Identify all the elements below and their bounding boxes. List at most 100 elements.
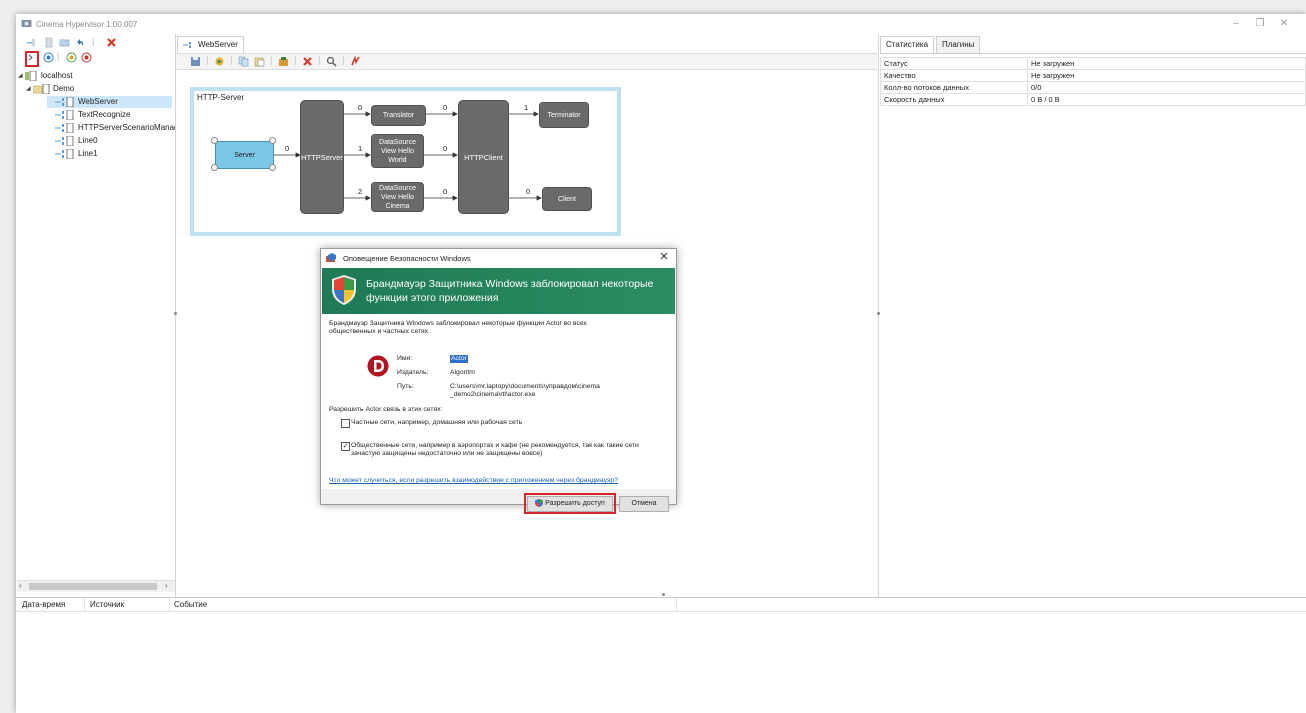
property-key: Скорость данных xyxy=(880,93,1028,106)
node-datasource-hello-world[interactable]: DataSource View Hello World xyxy=(371,134,424,168)
stop-icon[interactable] xyxy=(81,52,92,63)
scroll-left-icon[interactable]: ‹ xyxy=(19,581,22,590)
resize-handle[interactable] xyxy=(269,164,276,171)
dialog-heading: Брандмауэр Защитника Windows заблокирова… xyxy=(366,278,654,304)
tab-webserver[interactable]: WebServer xyxy=(177,36,244,53)
tree-item-demo[interactable]: ◢ Demo xyxy=(17,83,167,95)
window-title: Cinema Hypervisor 1.00.007 xyxy=(36,20,138,29)
collapse-arrow-icon[interactable]: ◢ xyxy=(18,70,23,82)
edge-label: 0 xyxy=(526,187,531,196)
tab-statistics[interactable]: Статистика xyxy=(880,36,935,53)
tree-label: TextRecognize xyxy=(78,110,131,119)
component-icon xyxy=(55,110,74,120)
debug-icon[interactable] xyxy=(350,56,361,67)
table-row: Статус Не загружен xyxy=(880,57,1306,70)
expand-icon[interactable] xyxy=(27,53,34,62)
column-datetime[interactable]: Дата-время xyxy=(22,600,65,609)
dialog-intro: Брандмауэр Защитника Windows заблокирова… xyxy=(329,320,587,335)
tree-item-httpserverscenariomanag[interactable]: HTTPServerScenarioManag xyxy=(47,122,175,134)
tree-label: Demo xyxy=(53,84,75,93)
column-source[interactable]: Источник xyxy=(90,600,124,609)
folder-open-icon xyxy=(33,84,50,94)
add-node-icon[interactable] xyxy=(26,37,37,48)
public-network-checkbox[interactable]: ✓ xyxy=(341,442,350,451)
node-httpserver[interactable]: HTTPServer xyxy=(300,100,344,214)
column-divider[interactable] xyxy=(84,598,85,611)
tree-item-textrecognize[interactable]: TextRecognize xyxy=(47,109,172,121)
resize-handle[interactable] xyxy=(211,137,218,144)
minimize-button[interactable]: – xyxy=(1226,17,1246,31)
tab-underline xyxy=(880,53,1306,54)
tree-toolbar: | xyxy=(16,36,174,50)
splitter-grip xyxy=(877,312,880,315)
column-divider[interactable] xyxy=(676,598,677,611)
component-icon xyxy=(55,97,74,107)
shield-icon xyxy=(332,275,356,305)
save-icon[interactable] xyxy=(190,56,201,67)
private-network-label[interactable]: Частные сети, например, домашняя или раб… xyxy=(351,419,522,427)
log-header: Дата-время Источник Событие xyxy=(16,597,1306,612)
node-translator[interactable]: Translator xyxy=(371,105,426,126)
restore-button[interactable]: ❐ xyxy=(1250,17,1270,31)
node-terminator[interactable]: Terminator xyxy=(539,102,589,128)
column-event[interactable]: Событие xyxy=(174,600,207,609)
tree-item-webserver[interactable]: WebServer xyxy=(47,96,172,108)
pause-icon[interactable] xyxy=(66,52,77,63)
edge-label: 0 xyxy=(443,187,448,196)
private-network-checkbox[interactable] xyxy=(341,419,350,428)
close-button[interactable]: ✕ xyxy=(1274,17,1294,31)
scrollbar-thumb[interactable] xyxy=(29,583,157,590)
path-value: C:\users\mr.laptopy\documents\управдом\c… xyxy=(450,383,600,398)
publisher-label: Издатель: xyxy=(397,369,429,376)
dialog-title: Оповещение Безопасности Windows xyxy=(343,254,471,263)
copy-icon[interactable] xyxy=(238,56,249,67)
dialog-close-button[interactable]: ✕ xyxy=(656,250,672,265)
property-key: Статус xyxy=(880,57,1028,70)
search-icon[interactable] xyxy=(326,56,337,67)
delete-icon[interactable] xyxy=(302,56,313,67)
tree-label: HTTPServerScenarioManag xyxy=(78,123,175,132)
cancel-button[interactable]: Отмена xyxy=(619,496,669,512)
name-label: Имя: xyxy=(397,355,413,362)
title-bar: Cinema Hypervisor 1.00.007 – ❐ ✕ xyxy=(16,14,1306,34)
column-divider[interactable] xyxy=(169,598,170,611)
resize-handle[interactable] xyxy=(211,164,218,171)
collapse-arrow-icon[interactable]: ◢ xyxy=(26,83,31,95)
tree-horizontal-scrollbar[interactable]: ‹ › xyxy=(17,580,175,592)
actor-app-icon xyxy=(367,355,389,377)
folder-icon[interactable] xyxy=(59,37,70,48)
tree-label: Line1 xyxy=(78,149,98,158)
property-value: Не загружен xyxy=(1027,69,1306,82)
document-icon[interactable] xyxy=(44,37,55,48)
tree-item-localhost[interactable]: ◢ localhost xyxy=(17,70,167,82)
resize-handle[interactable] xyxy=(269,137,276,144)
right-splitter[interactable] xyxy=(878,34,879,597)
left-splitter[interactable] xyxy=(175,34,176,597)
edge-label: 0 xyxy=(443,103,448,112)
component-icon xyxy=(55,123,74,133)
tree-toolbar-secondary: | xyxy=(16,51,174,67)
node-server[interactable]: Server xyxy=(215,141,274,169)
paste-icon[interactable] xyxy=(254,56,265,67)
start-icon[interactable] xyxy=(43,52,54,63)
property-value: Не загружен xyxy=(1027,57,1306,70)
firewall-info-link[interactable]: Что может случиться, если разрешить взаи… xyxy=(329,477,659,485)
undo-icon[interactable] xyxy=(74,37,85,48)
dialog-banner: Брандмауэр Защитника Windows заблокирова… xyxy=(322,268,675,314)
package-icon[interactable] xyxy=(278,56,289,67)
tab-plugins[interactable]: Плагины xyxy=(936,36,981,53)
property-value: 0 B / 0 B xyxy=(1027,93,1306,106)
tree-item-line1[interactable]: Line1 xyxy=(47,148,172,160)
run-icon[interactable] xyxy=(214,56,225,67)
delete-icon[interactable] xyxy=(106,37,117,48)
property-key: Качество xyxy=(880,69,1028,82)
tree-item-line0[interactable]: Line0 xyxy=(47,135,172,147)
component-icon xyxy=(183,41,191,48)
node-httpclient[interactable]: HTTPClient xyxy=(458,100,509,214)
component-icon xyxy=(55,149,74,159)
public-network-label[interactable]: Общественные сети, например в аэропортах… xyxy=(351,442,651,458)
property-key: Колл-во потоков данных xyxy=(880,81,1028,94)
node-datasource-hello-cinema[interactable]: DataSource View Hello Cinema xyxy=(371,182,424,212)
node-client[interactable]: Client xyxy=(542,187,592,211)
scroll-right-icon[interactable]: › xyxy=(165,581,168,590)
